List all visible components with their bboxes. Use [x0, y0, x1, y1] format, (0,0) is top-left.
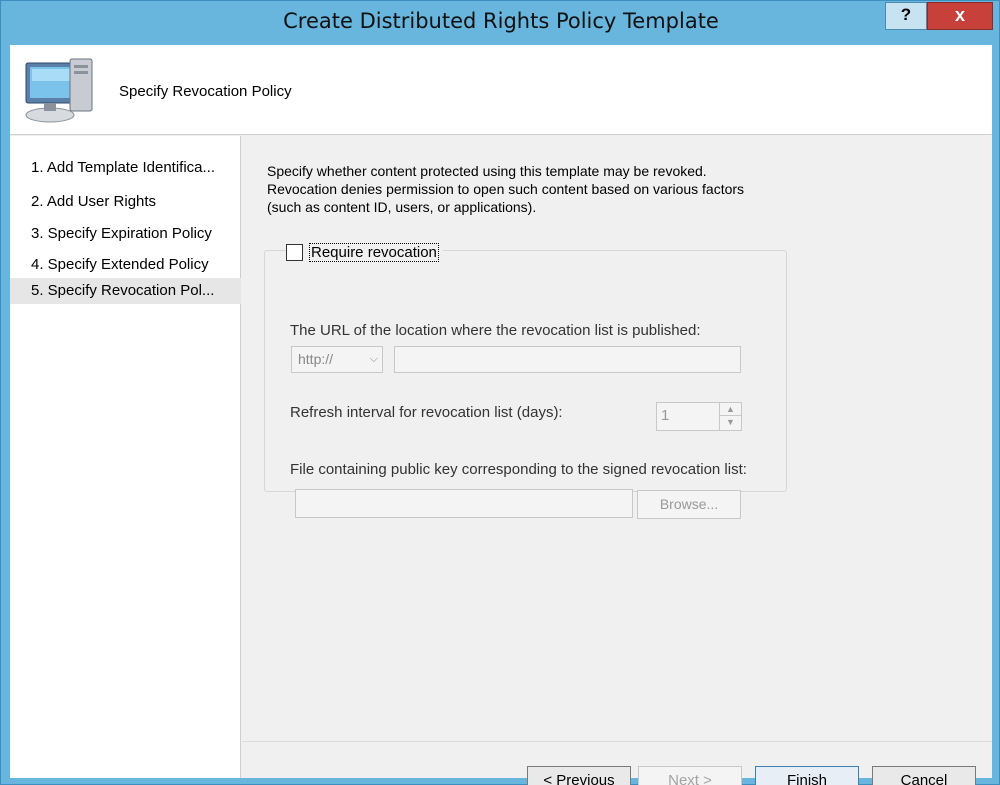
next-button[interactable]: Next > — [638, 766, 742, 785]
wizard-header: Specify Revocation Policy — [10, 45, 992, 135]
public-key-file-input[interactable] — [295, 489, 633, 518]
public-key-label: File containing public key corresponding… — [290, 461, 747, 478]
dialog-window: Create Distributed Rights Policy Templat… — [0, 0, 1000, 785]
step-add-template-identification[interactable]: 1. Add Template Identifica... — [10, 155, 241, 181]
protocol-select[interactable]: http:// ⌵ — [291, 346, 383, 373]
button-separator — [242, 741, 992, 742]
wizard-content: Specify whether content protected using … — [242, 136, 992, 785]
help-button[interactable]: ? — [885, 2, 927, 30]
require-revocation-label: Require revocation — [309, 242, 439, 262]
url-label: The URL of the location where the revoca… — [290, 322, 701, 339]
finish-button[interactable]: Finish — [755, 766, 859, 785]
description-text: Specify whether content protected using … — [267, 163, 745, 215]
page-title: Specify Revocation Policy — [119, 83, 292, 100]
cancel-button[interactable]: Cancel — [872, 766, 976, 785]
refresh-interval-value: 1 — [661, 407, 670, 424]
url-input[interactable] — [394, 346, 741, 373]
close-button[interactable]: x — [927, 2, 993, 30]
step-specify-expiration-policy[interactable]: 3. Specify Expiration Policy — [10, 221, 241, 247]
refresh-interval-spinner[interactable]: 1 ▲ ▼ — [656, 402, 742, 431]
step-add-user-rights[interactable]: 2. Add User Rights — [10, 189, 241, 215]
spinner-buttons: ▲ ▼ — [719, 403, 741, 430]
computer-icon — [25, 58, 93, 123]
require-revocation-checkbox-row[interactable]: Require revocation — [286, 242, 443, 262]
chevron-down-icon: ⌵ — [369, 353, 378, 365]
step-specify-extended-policy[interactable]: 4. Specify Extended Policy — [10, 252, 241, 278]
spin-up-icon[interactable]: ▲ — [720, 403, 741, 416]
browse-button[interactable]: Browse... — [637, 490, 741, 519]
protocol-select-value: http:// — [298, 351, 334, 367]
title-bar: Create Distributed Rights Policy Templat… — [1, 1, 1000, 45]
previous-button[interactable]: < Previous — [527, 766, 631, 785]
dialog-client-area: Specify Revocation Policy 1. Add Templat… — [10, 45, 992, 785]
step-specify-revocation-policy[interactable]: 5. Specify Revocation Pol... — [10, 278, 241, 304]
wizard-steps-list: 1. Add Template Identifica... 2. Add Use… — [10, 136, 241, 778]
spin-down-icon[interactable]: ▼ — [720, 416, 741, 429]
require-revocation-checkbox[interactable] — [286, 243, 303, 261]
refresh-interval-label: Refresh interval for revocation list (da… — [290, 404, 563, 421]
window-title: Create Distributed Rights Policy Templat… — [283, 9, 719, 33]
